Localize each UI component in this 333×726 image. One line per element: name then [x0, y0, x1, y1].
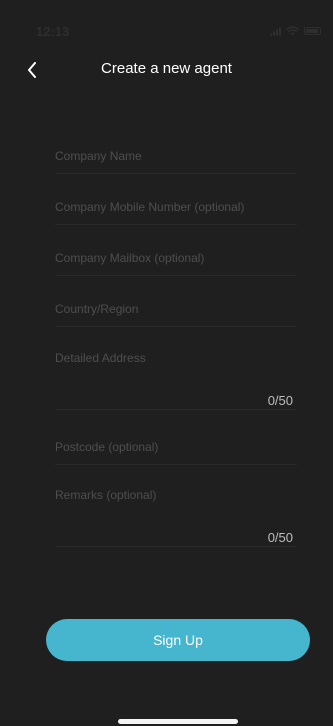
- create-agent-screen: 12:13 Create a new agent Company Name Co…: [0, 0, 333, 726]
- status-icons: [270, 26, 321, 36]
- detailed-address-input[interactable]: [55, 351, 297, 391]
- signal-icon: [270, 26, 281, 36]
- sign-up-button[interactable]: Sign Up: [46, 619, 310, 661]
- company-name-field: [55, 139, 297, 174]
- home-indicator: [118, 719, 238, 724]
- country-region-field: [55, 292, 297, 327]
- remarks-char-counter: 0/50: [267, 530, 293, 545]
- remarks-input[interactable]: [55, 488, 297, 528]
- detailed-address-field: 0/50: [55, 351, 297, 410]
- mobile-number-field: [55, 190, 297, 225]
- wifi-icon: [286, 26, 299, 36]
- company-name-input[interactable]: [55, 146, 297, 166]
- address-char-counter: 0/50: [267, 393, 293, 408]
- status-time: 12:13: [36, 24, 70, 39]
- postcode-field: [55, 430, 297, 465]
- remarks-field: 0/50: [55, 488, 297, 547]
- mobile-number-input[interactable]: [55, 197, 297, 217]
- mailbox-input[interactable]: [55, 248, 297, 268]
- mailbox-field: [55, 241, 297, 276]
- postcode-input[interactable]: [55, 437, 297, 457]
- battery-icon: [304, 27, 321, 35]
- nav-header: Create a new agent: [0, 50, 333, 90]
- page-title: Create a new agent: [101, 60, 232, 77]
- country-region-input[interactable]: [55, 299, 297, 319]
- status-bar: 12:13: [0, 0, 333, 44]
